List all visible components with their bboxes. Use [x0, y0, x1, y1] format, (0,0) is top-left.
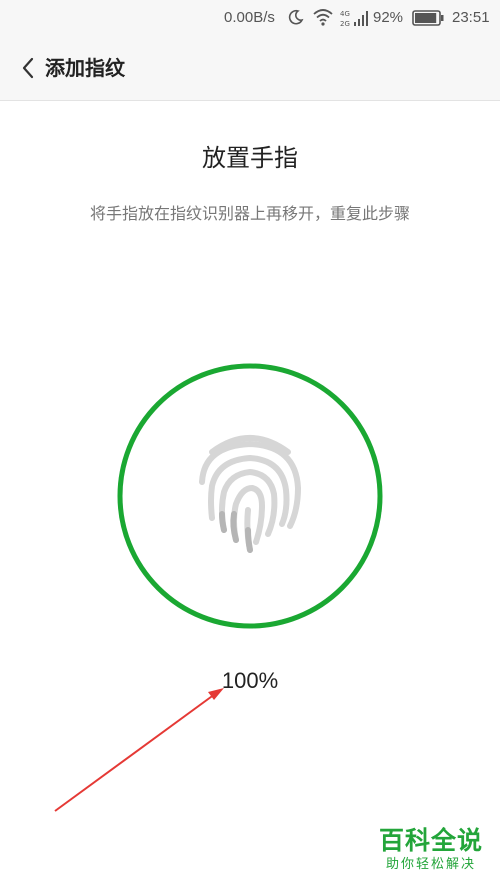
- network-type-4g: 4G: [340, 10, 350, 18]
- chevron-left-icon: [22, 57, 34, 79]
- progress-percent: 100%: [221, 668, 279, 693]
- net-speed: 0.00B/s: [224, 9, 275, 26]
- watermark: 百科全说 助你轻松解决: [372, 826, 490, 874]
- wifi-icon: [312, 8, 334, 30]
- signal-icon: 4G 2G: [340, 8, 370, 32]
- network-type-2g: 2G: [340, 20, 350, 28]
- battery-icon: [412, 10, 444, 30]
- instruction-title: 放置手指: [202, 144, 298, 172]
- back-button[interactable]: [14, 54, 42, 82]
- app-header: 添加指纹: [0, 36, 500, 101]
- instruction-text: 将手指放在指纹识别器上再移开，重复此步骤: [89, 204, 410, 223]
- battery-percent: 92%: [373, 9, 404, 26]
- status-bar: 0.00B/s 4G 2G 92% 23:51: [0, 0, 500, 36]
- moon-icon: [288, 9, 304, 29]
- clock: 23:51: [452, 9, 490, 26]
- watermark-slogan: 助你轻松解决: [385, 857, 476, 872]
- page-title: 添加指纹: [45, 56, 125, 80]
- fingerprint-icon: [199, 435, 302, 553]
- watermark-brand: 百科全说: [378, 826, 483, 855]
